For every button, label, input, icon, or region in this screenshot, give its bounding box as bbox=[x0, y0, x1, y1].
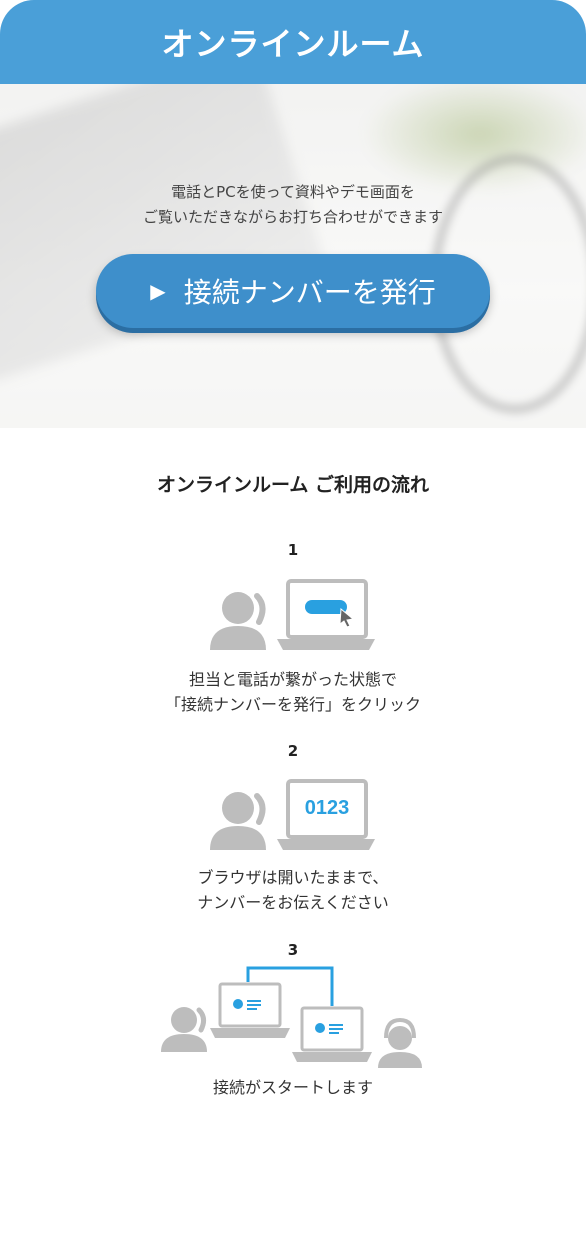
hero-section: 電話とPCを使って資料やデモ画面を ご覧いただきながらお打ち合わせができます ▶… bbox=[0, 84, 586, 428]
person-phone-icon bbox=[161, 1007, 207, 1052]
hero-description: 電話とPCを使って資料やデモ画面を ご覧いただきながらお打ち合わせができます bbox=[142, 183, 443, 226]
step-number: 1 bbox=[287, 541, 299, 559]
step1-illustration bbox=[210, 579, 375, 650]
step2-illustration: 0123 bbox=[210, 779, 375, 850]
connection-number-text: 0123 bbox=[305, 797, 350, 819]
step2-description: ブラウザは開いたままで、 ナンバーをお伝えください bbox=[197, 868, 389, 912]
laptop-icon bbox=[292, 1006, 372, 1062]
step3-illustration bbox=[161, 966, 422, 1068]
cursor-icon bbox=[339, 607, 355, 628]
play-icon: ▶ bbox=[150, 279, 166, 303]
headset-person-icon bbox=[378, 1017, 422, 1068]
laptop-icon bbox=[210, 982, 290, 1038]
issue-connection-number-button[interactable]: ▶ 接続ナンバーを発行 bbox=[96, 254, 490, 328]
flow-title: オンラインルーム ご利用の流れ bbox=[156, 474, 430, 496]
step1-description: 担当と電話が繋がった状態で 「接続ナンバーを発行」をクリック bbox=[164, 670, 421, 714]
person-phone-icon bbox=[210, 592, 266, 650]
person-phone-icon bbox=[210, 792, 266, 850]
step3-description: 接続がスタートします bbox=[212, 1078, 373, 1097]
page-title: オンラインルーム bbox=[161, 25, 425, 63]
laptop-icon bbox=[277, 579, 375, 650]
step-number: 2 bbox=[287, 742, 299, 760]
header: オンラインルーム bbox=[0, 0, 586, 84]
step-number: 3 bbox=[287, 941, 299, 959]
